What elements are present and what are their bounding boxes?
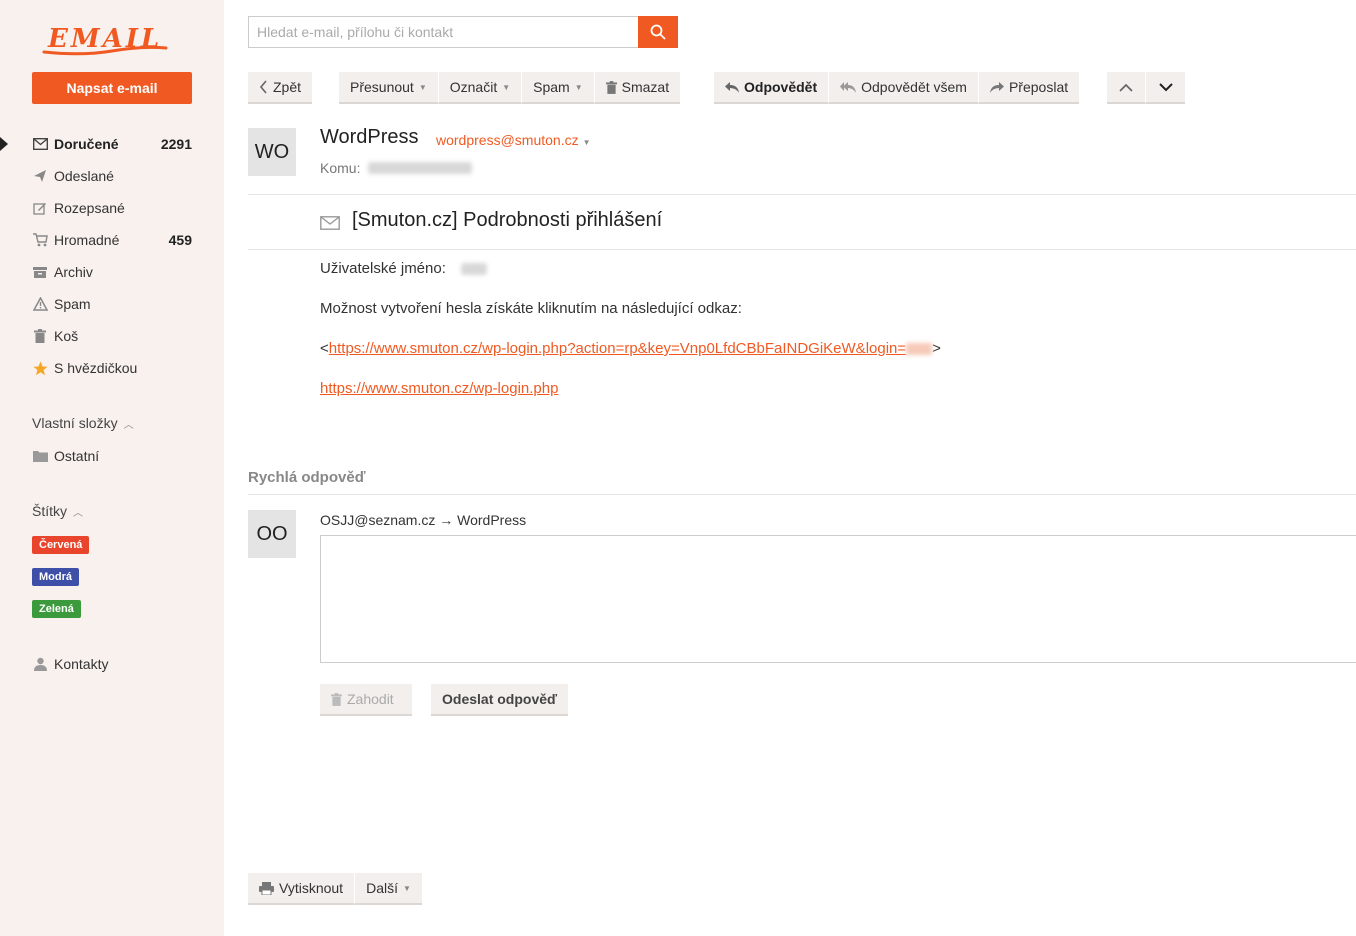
- folder-starred[interactable]: S hvězdičkou: [0, 352, 224, 384]
- divider: [248, 194, 1356, 195]
- discard-button[interactable]: Zahodit: [320, 684, 412, 716]
- recipient-label: Komu:: [320, 160, 361, 176]
- reply-icon: [725, 81, 739, 93]
- toolbar-nav-group: [1107, 72, 1185, 104]
- folder-list: Doručené 2291 Odeslané Rozepsané Hromadn…: [0, 128, 224, 384]
- folder-icon: [32, 448, 48, 464]
- divider: [248, 249, 1356, 250]
- envelope-icon: [320, 216, 340, 233]
- divider: [248, 494, 1356, 495]
- folder-other[interactable]: Ostatní: [0, 440, 224, 472]
- user-avatar: OO: [248, 510, 296, 558]
- draft-icon: [32, 200, 48, 216]
- quick-reply-textarea[interactable]: [320, 535, 1356, 663]
- printer-icon: [259, 881, 274, 895]
- username-line: Uživatelské jméno:: [320, 260, 446, 277]
- folder-spam[interactable]: Spam: [0, 288, 224, 320]
- search-icon: [650, 24, 666, 40]
- footer-toolbar: Vytisknout Další ▼: [248, 873, 422, 905]
- reset-link-line: <https://www.smuton.cz/wp-login.php?acti…: [320, 340, 941, 357]
- send-icon: [32, 168, 48, 184]
- login-link-line: https://www.smuton.cz/wp-login.php: [320, 380, 558, 397]
- label-green[interactable]: Zelená: [32, 600, 81, 618]
- chevron-down-icon: [1158, 79, 1173, 95]
- contacts-link[interactable]: Kontakty: [0, 648, 224, 680]
- forward-icon: [989, 81, 1004, 93]
- caret-down-icon: ▼: [402, 883, 411, 893]
- search-input[interactable]: [248, 16, 638, 48]
- chevron-up-icon: [1119, 79, 1133, 95]
- star-icon: [32, 360, 48, 376]
- compose-button[interactable]: Napsat e-mail: [32, 72, 192, 104]
- label-red[interactable]: Červená: [32, 536, 90, 554]
- next-message-button[interactable]: [1146, 72, 1185, 104]
- labels-heading[interactable]: Štítky ︿: [32, 503, 83, 519]
- mark-button[interactable]: Označit ▼: [438, 72, 523, 104]
- active-folder-marker: [0, 137, 8, 151]
- instruction-line: Možnost vytvoření hesla získáte kliknutí…: [320, 300, 742, 317]
- reply-button[interactable]: Odpovědět: [714, 72, 830, 104]
- previous-message-button[interactable]: [1107, 72, 1146, 104]
- spam-button[interactable]: Spam ▼: [522, 72, 595, 104]
- person-icon: [32, 656, 48, 672]
- move-button[interactable]: Přesunout ▼: [339, 72, 439, 104]
- folder-archive[interactable]: Archiv: [0, 256, 224, 288]
- login-redacted: [906, 343, 933, 356]
- send-reply-button[interactable]: Odeslat odpověď: [431, 684, 569, 716]
- toolbar-actions-group: Přesunout ▼ Označit ▼ Spam ▼ Smazat: [339, 72, 681, 104]
- bulk-count: 459: [168, 232, 192, 248]
- username-redacted: [461, 263, 487, 275]
- folder-drafts[interactable]: Rozepsané: [0, 192, 224, 224]
- folder-trash[interactable]: Koš: [0, 320, 224, 352]
- search-bar: [248, 16, 678, 48]
- login-link[interactable]: https://www.smuton.cz/wp-login.php: [320, 380, 558, 397]
- custom-folders-heading[interactable]: Vlastní složky ︿: [32, 415, 134, 431]
- unread-count: 2291: [160, 136, 192, 152]
- more-button[interactable]: Další ▼: [355, 873, 422, 905]
- search-button[interactable]: [638, 16, 678, 48]
- caret-down-icon: ▼: [574, 82, 583, 92]
- sidebar: EMAIL Napsat e-mail Doručené 2291 Odesla…: [0, 0, 224, 936]
- reply-route: OSJJ@seznam.cz → WordPress: [320, 512, 527, 528]
- sender-name: WordPress: [320, 126, 419, 148]
- email-logo[interactable]: EMAIL: [42, 20, 172, 56]
- chevron-up-icon: ︿: [123, 419, 134, 431]
- folder-bulk[interactable]: Hromadné 459: [0, 224, 224, 256]
- reset-password-link[interactable]: https://www.smuton.cz/wp-login.php?actio…: [329, 340, 906, 357]
- caret-down-icon: ▼: [418, 82, 427, 92]
- toolbar-back-group: Zpět: [248, 72, 313, 104]
- trash-icon: [331, 692, 342, 706]
- trash-icon: [32, 328, 48, 344]
- toolbar-reply-group: Odpovědět Odpovědět všem Přeposlat: [714, 72, 1080, 104]
- inbox-icon: [32, 136, 48, 152]
- warning-icon: [32, 296, 48, 312]
- logo-swoosh-icon: [42, 45, 168, 56]
- quick-reply-title: Rychlá odpověď: [248, 469, 366, 486]
- delete-button[interactable]: Smazat: [594, 72, 681, 104]
- cart-icon: [32, 232, 48, 248]
- caret-down-icon: ▼: [582, 138, 591, 147]
- print-button[interactable]: Vytisknout: [248, 873, 356, 905]
- reply-all-button[interactable]: Odpovědět všem: [829, 72, 979, 104]
- caret-down-icon: ▼: [502, 82, 511, 92]
- message-subject: [Smuton.cz] Podrobnosti přihlášení: [352, 209, 663, 231]
- folder-inbox[interactable]: Doručené 2291: [0, 128, 224, 160]
- sender-email[interactable]: wordpress@smuton.cz ▼: [436, 132, 591, 148]
- trash-icon: [605, 80, 617, 94]
- sender-avatar: WO: [248, 128, 296, 176]
- back-button[interactable]: Zpět: [248, 72, 313, 104]
- chevron-up-icon: ︿: [73, 507, 84, 519]
- folder-sent[interactable]: Odeslané: [0, 160, 224, 192]
- forward-button[interactable]: Přeposlat: [978, 72, 1080, 104]
- label-blue[interactable]: Modrá: [32, 568, 79, 586]
- reply-all-icon: [840, 81, 857, 93]
- recipient-redacted: [368, 162, 472, 174]
- archive-icon: [32, 264, 48, 280]
- chevron-left-icon: [259, 80, 268, 94]
